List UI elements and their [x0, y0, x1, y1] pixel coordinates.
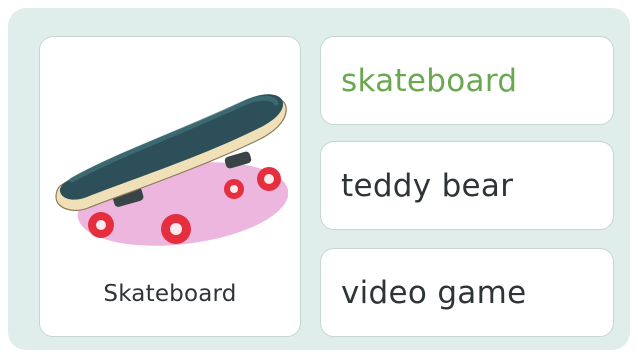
choice-skateboard[interactable]: skateboard: [320, 36, 614, 125]
choice-teddy-bear[interactable]: teddy bear: [320, 141, 614, 230]
skateboard-icon: [55, 94, 288, 246]
image-card: Skateboard: [39, 36, 301, 337]
quiz-panel: Skateboard skateboard teddy bear video g…: [8, 8, 630, 350]
image-caption: Skateboard: [103, 281, 237, 307]
choice-video-game[interactable]: video game: [320, 248, 614, 337]
